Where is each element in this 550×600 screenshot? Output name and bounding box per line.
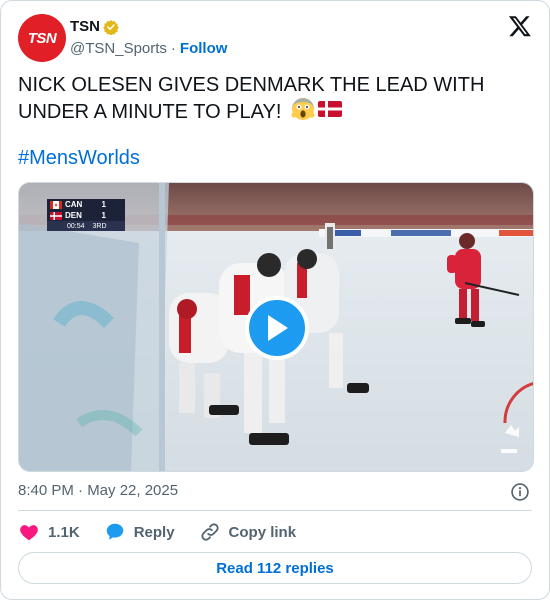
play-button[interactable] xyxy=(245,296,309,360)
scoreboard-overlay: CAN 1 DEN 1 00:54 3RD xyxy=(47,199,125,233)
author-name[interactable]: TSN xyxy=(70,18,100,35)
emoji-group xyxy=(291,97,342,121)
team1-name: CAN xyxy=(65,200,83,209)
author-handle[interactable]: @TSN_Sports xyxy=(70,40,167,57)
team2-score: 1 xyxy=(101,211,106,220)
author-name-line: TSN xyxy=(70,18,119,35)
verified-badge-icon xyxy=(103,19,119,35)
avatar[interactable]: TSN xyxy=(18,14,66,62)
reply-button[interactable]: Reply xyxy=(104,521,175,543)
info-icon[interactable] xyxy=(510,482,530,502)
score-row-team1: CAN 1 xyxy=(47,199,125,210)
team1-score: 1 xyxy=(101,200,106,209)
tweet-timestamp[interactable]: 8:40 PM · May 22, 2025 xyxy=(18,482,178,499)
heart-icon xyxy=(20,525,38,541)
reply-label: Reply xyxy=(133,523,175,541)
x-logo-icon[interactable] xyxy=(508,14,532,38)
tweet-text: NICK OLESEN GIVES DENMARK THE LEAD WITH … xyxy=(18,73,518,124)
game-clock: 00:54 xyxy=(67,222,85,230)
reply-bubble-icon xyxy=(106,523,123,540)
copy-link-label: Copy link xyxy=(228,523,297,541)
hashtag-link[interactable]: #MensWorlds xyxy=(18,147,140,170)
game-clock-row: 00:54 3RD xyxy=(47,221,125,231)
like-button[interactable]: 1.1K xyxy=(18,521,80,543)
denmark-flag-icon xyxy=(50,211,62,220)
avatar-logo-text: TSN xyxy=(27,29,57,47)
read-replies-label: Read 112 replies xyxy=(216,559,334,577)
like-count: 1.1K xyxy=(48,523,80,541)
follow-button[interactable]: Follow xyxy=(180,40,228,57)
canada-flag-icon xyxy=(50,200,62,209)
separator-dot: · xyxy=(170,40,176,57)
play-icon xyxy=(268,315,288,341)
action-bar: 1.1K Reply Copy link xyxy=(18,520,296,544)
divider xyxy=(18,510,532,511)
tweet-header: TSN TSN @TSN_Sports · Follow xyxy=(18,14,532,62)
score-row-team2: DEN 1 xyxy=(47,210,125,221)
read-replies-button[interactable]: Read 112 replies xyxy=(18,552,532,584)
link-icon xyxy=(200,523,219,541)
tweet-embed-card: TSN TSN @TSN_Sports · Follow NICK OLESEN… xyxy=(0,0,550,600)
face-screaming-in-fear-emoji-icon xyxy=(291,98,315,120)
tweet-body: NICK OLESEN GIVES DENMARK THE LEAD WITH … xyxy=(18,74,485,123)
author-handle-line: @TSN_Sports · Follow xyxy=(70,40,227,57)
video-media[interactable]: CAN 1 DEN 1 00:54 3RD xyxy=(18,182,534,472)
team2-name: DEN xyxy=(65,211,82,220)
copy-link-button[interactable]: Copy link xyxy=(199,521,297,543)
game-period: 3RD xyxy=(92,222,107,230)
denmark-flag-emoji-icon xyxy=(317,101,342,117)
